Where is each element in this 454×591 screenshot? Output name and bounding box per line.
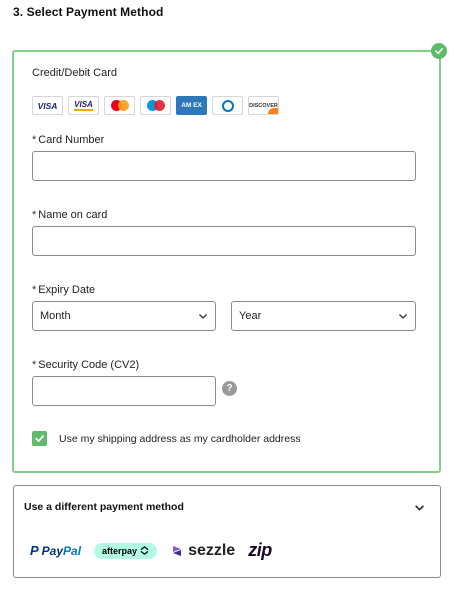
diners-club-logo-icon	[212, 96, 243, 115]
name-on-card-input[interactable]	[32, 226, 416, 256]
amex-logo-icon: AM EX	[176, 96, 207, 115]
checkmark-icon	[35, 435, 45, 443]
expiry-month-value: Month	[40, 310, 71, 322]
alternative-payment-logos: P Pay Pal afterpay sezzle zip	[30, 540, 272, 561]
name-on-card-label: * Name on card	[32, 209, 108, 221]
card-number-input[interactable]	[32, 151, 416, 181]
maestro-logo-icon	[140, 96, 171, 115]
card-panel-title: Credit/Debit Card	[32, 67, 117, 79]
visa-logo-icon: VISA	[32, 96, 63, 115]
expiry-year-value: Year	[239, 310, 262, 322]
different-payment-method-panel[interactable]	[13, 485, 441, 578]
security-code-input[interactable]	[32, 376, 216, 406]
use-shipping-address-checkbox[interactable]	[32, 431, 47, 446]
security-code-label: * Security Code (CV2)	[32, 359, 140, 371]
chevron-down-icon	[399, 314, 407, 319]
sezzle-logo-icon: sezzle	[170, 542, 235, 560]
expiry-month-select[interactable]: Month	[32, 301, 216, 331]
different-payment-method-title[interactable]: Use a different payment method	[24, 501, 184, 513]
chevron-down-icon	[199, 314, 207, 319]
expiry-date-label: * Expiry Date	[32, 284, 96, 296]
section-title: 3. Select Payment Method	[13, 5, 164, 19]
expiry-year-select[interactable]: Year	[231, 301, 416, 331]
visa-electron-logo-icon: VISA	[68, 96, 99, 115]
paypal-logo-icon: P Pay Pal	[30, 543, 82, 558]
help-icon[interactable]: ?	[222, 381, 237, 396]
afterpay-logo-icon: afterpay	[94, 542, 158, 559]
mastercard-logo-icon	[104, 96, 135, 115]
chevron-down-icon[interactable]	[414, 502, 425, 513]
accepted-cards: VISA VISA AM EX DISCOVER	[32, 96, 279, 115]
discover-logo-icon: DISCOVER	[248, 96, 279, 115]
zip-logo-icon: zip	[248, 540, 272, 560]
card-number-label: * Card Number	[32, 134, 105, 146]
selected-check-icon	[431, 43, 447, 59]
use-shipping-address-label[interactable]: Use my shipping address as my cardholder…	[59, 433, 301, 445]
